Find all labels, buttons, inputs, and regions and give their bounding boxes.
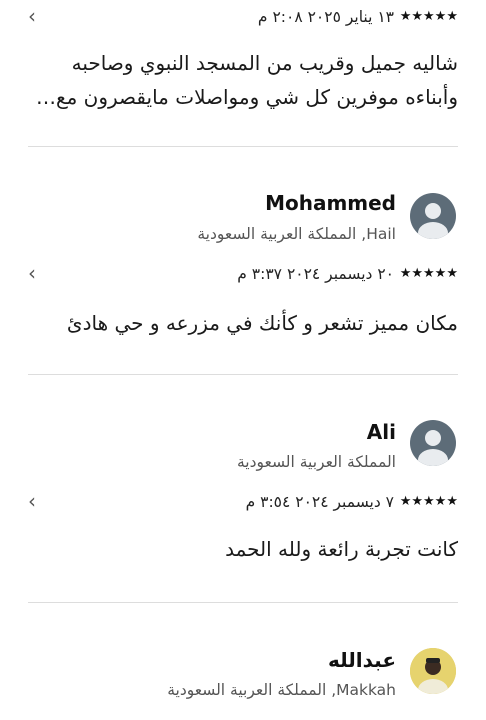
default-user-avatar-icon [410, 420, 456, 466]
divider [28, 146, 458, 147]
reviewer-name: Mohammed [265, 191, 396, 215]
reviewer-location: المملكة العربية السعودية [236, 453, 396, 471]
chevron-left-icon[interactable]: ‹ [28, 5, 36, 27]
review-date: ١٣ يناير ٢٠٢٥ ٢:٠٨ م [257, 8, 394, 26]
divider [28, 374, 458, 375]
user-photo-avatar-icon [410, 648, 456, 694]
rating-stars: ★★★★★ [399, 266, 458, 281]
reviewer-name: عبدالله [327, 648, 396, 672]
chevron-left-icon[interactable]: ‹ [28, 490, 36, 512]
review-text: مكان مميز تشعر و كأنك في مزرعه و حي هادئ [66, 311, 458, 335]
chevron-left-icon[interactable]: ‹ [28, 262, 36, 284]
review-date: ٢٠ ديسمبر ٢٠٢٤ ٣:٣٧ م [237, 265, 394, 283]
review-text: شاليه جميل وقريب من المسجد النبوي وصاحبه… [35, 51, 458, 109]
reviewer-location: Makkah, المملكة العربية السعودية [167, 681, 396, 699]
review-date: ٧ ديسمبر ٢٠٢٤ ٣:٥٤ م [245, 493, 394, 511]
review-text: كانت تجربة رائعة ولله الحمد [225, 537, 458, 561]
review-meta-row: ★★★★★ ٧ ديسمبر ٢٠٢٤ ٣:٥٤ م ‹ [0, 490, 486, 514]
reviewer-name: Ali [366, 420, 396, 444]
rating-stars: ★★★★★ [399, 494, 458, 509]
reviewer-location: Hail, المملكة العربية السعودية [197, 225, 396, 243]
default-user-avatar-icon [410, 193, 456, 239]
rating-stars: ★★★★★ [399, 9, 458, 24]
review-meta-row: ★★★★★ ٢٠ ديسمبر ٢٠٢٤ ٣:٣٧ م ‹ [0, 262, 486, 286]
review-meta-row: ★★★★★ ١٣ يناير ٢٠٢٥ ٢:٠٨ م ‹ [0, 5, 486, 29]
divider [28, 602, 458, 603]
